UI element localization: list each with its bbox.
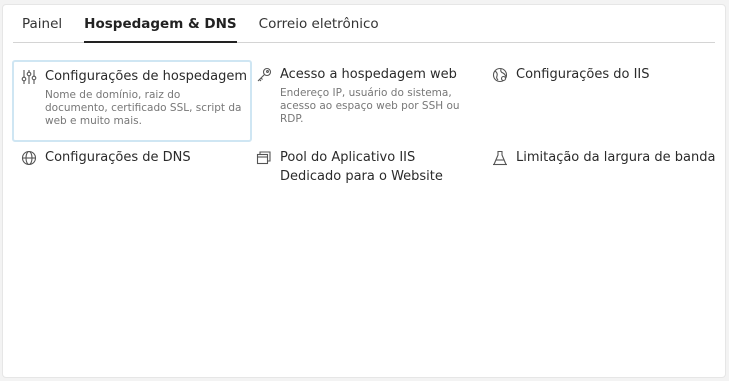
bandwidth-icon (492, 150, 508, 166)
tab-bar: Painel Hospedagem & DNS Correio eletrôni… (13, 5, 715, 43)
hosting-dns-panel: Painel Hospedagem & DNS Correio eletrôni… (2, 4, 726, 378)
tab-mail[interactable]: Correio eletrônico (259, 16, 379, 42)
key-icon (256, 67, 272, 83)
tile-title: Acesso a hospedagem web (280, 67, 457, 82)
tile-hosting-settings[interactable]: Configurações de hospedagem Nome de domí… (12, 60, 252, 142)
tile-iis-app-pool[interactable]: Pool do Aplicativo IIS Dedicado para o W… (256, 148, 486, 190)
tile-title: Pool do Aplicativo IIS Dedicado para o W… (280, 150, 443, 184)
globe-gear-icon (492, 67, 508, 83)
tile-title: Configurações do IIS (516, 67, 650, 82)
tile-web-hosting-access[interactable]: Acesso a hospedagem web Endereço IP, usu… (256, 65, 486, 140)
tile-iis-settings[interactable]: Configurações do IIS (492, 65, 717, 89)
sliders-icon (21, 69, 37, 85)
tile-description: Nome de domínio, raiz do documento, cert… (45, 89, 242, 127)
tab-hosting-dns[interactable]: Hospedagem & DNS (84, 16, 237, 43)
globe-icon (21, 150, 37, 166)
app-pool-icon (256, 150, 272, 166)
tile-title: Configurações de hospedagem (45, 69, 247, 84)
tile-description: Endereço IP, usuário do sistema, acesso … (280, 87, 460, 125)
tile-bandwidth-limiting[interactable]: Limitação da largura de banda (492, 148, 722, 172)
tab-dashboard[interactable]: Painel (22, 16, 62, 42)
tile-title: Configurações de DNS (45, 150, 191, 165)
tile-title: Limitação da largura de banda (516, 150, 716, 165)
tile-dns-settings[interactable]: Configurações de DNS (21, 148, 246, 172)
